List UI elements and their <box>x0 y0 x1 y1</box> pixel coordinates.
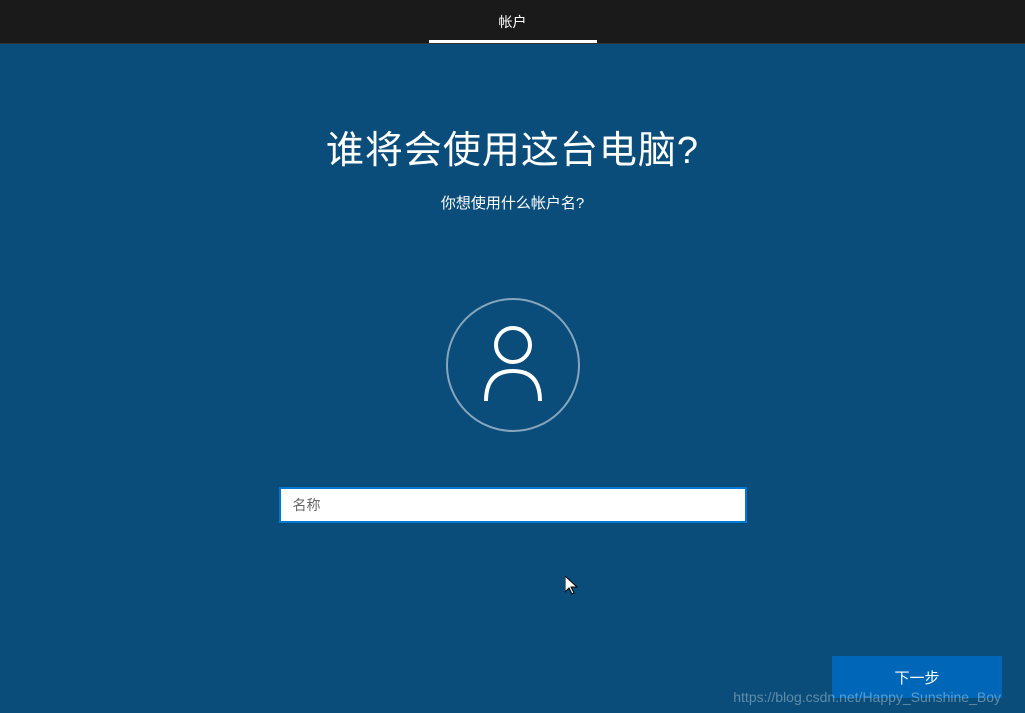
cursor-icon <box>565 576 581 601</box>
page-subtitle: 你想使用什么帐户名? <box>441 192 584 213</box>
tab-account[interactable]: 帐户 <box>429 0 597 43</box>
content-area: 谁将会使用这台电脑? 你想使用什么帐户名? <box>0 44 1025 523</box>
page-title: 谁将会使用这台电脑? <box>326 119 699 174</box>
header-bar: 帐户 <box>0 0 1025 44</box>
next-button[interactable]: 下一步 <box>832 656 1002 698</box>
tab-account-label: 帐户 <box>499 12 527 32</box>
username-input[interactable] <box>279 487 747 523</box>
user-icon <box>478 323 548 408</box>
user-avatar-placeholder <box>446 298 580 432</box>
